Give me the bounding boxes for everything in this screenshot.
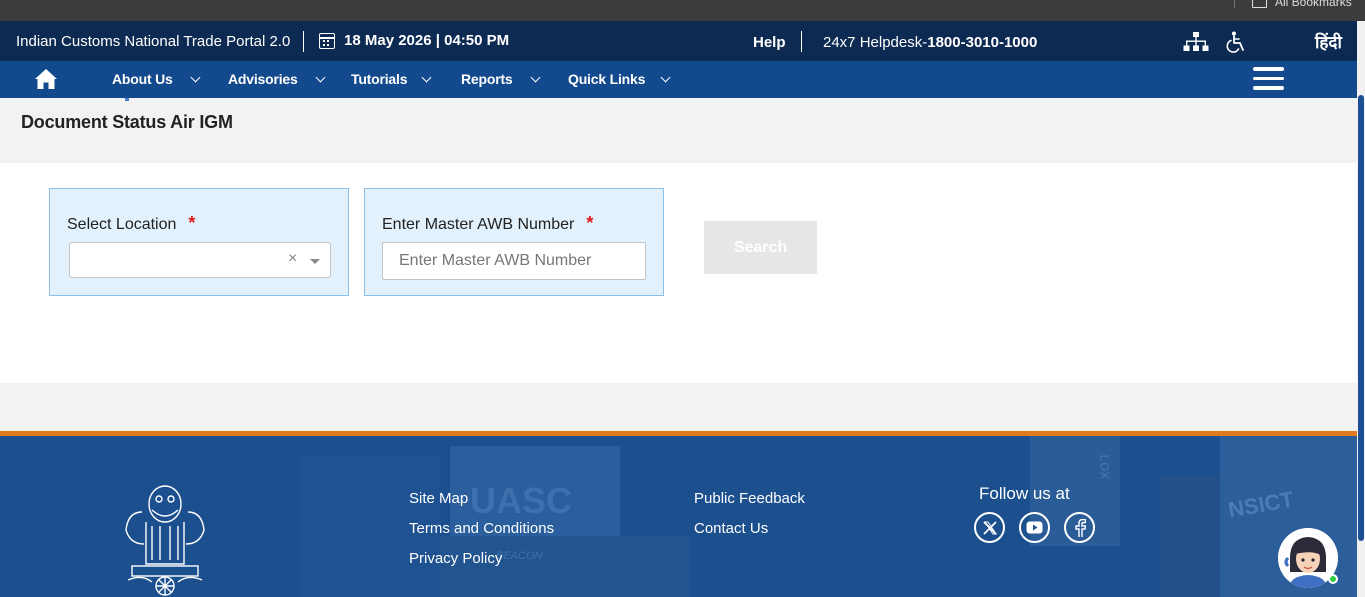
location-field-group: Select Location * × xyxy=(49,188,349,296)
divider xyxy=(303,31,304,52)
helpdesk-info: 24x7 Helpdesk-1800-3010-1000 xyxy=(823,34,1037,51)
all-bookmarks-button[interactable]: All Bookmarks xyxy=(1252,0,1352,9)
chevron-down-icon xyxy=(660,72,671,82)
accessibility-icon[interactable] xyxy=(1226,31,1246,53)
bg-container xyxy=(1160,476,1220,597)
national-emblem-logo xyxy=(125,485,205,596)
awb-field-group: Enter Master AWB Number * xyxy=(364,188,664,296)
nav-about-us[interactable]: About Us xyxy=(112,71,201,87)
helpdesk-prefix: 24x7 Helpdesk- xyxy=(823,34,928,51)
helpdesk-number: 1800-3010-1000 xyxy=(927,34,1038,51)
footer-link-site-map[interactable]: Site Map xyxy=(409,490,468,507)
bg-text: UASC xyxy=(470,480,573,521)
nav-label: Quick Links xyxy=(568,71,646,87)
caret-down-icon[interactable] xyxy=(310,259,320,264)
footer-link-privacy[interactable]: Privacy Policy xyxy=(409,550,502,567)
chevron-down-icon xyxy=(421,72,432,82)
chevron-down-icon xyxy=(530,72,540,82)
search-form-card: Select Location * × Enter Master AWB Numb… xyxy=(0,163,1357,383)
browser-bookmarks-bar: All Bookmarks xyxy=(0,0,1365,21)
top-info-bar: Indian Customs National Trade Portal 2.0… xyxy=(0,21,1357,61)
clear-icon[interactable]: × xyxy=(288,250,297,268)
awb-label-text: Enter Master AWB Number xyxy=(382,216,575,233)
online-status-dot xyxy=(1328,574,1338,584)
chevron-down-icon xyxy=(315,72,326,82)
divider xyxy=(801,31,802,52)
current-datetime: 18 May 2026 | 04:50 PM xyxy=(344,32,510,49)
footer-link-terms[interactable]: Terms and Conditions xyxy=(409,520,554,537)
awb-label: Enter Master AWB Number * xyxy=(382,213,593,234)
home-icon[interactable] xyxy=(34,68,58,90)
location-label: Select Location * xyxy=(67,213,195,234)
main-navbar: About Us Advisories Tutorials Reports Qu… xyxy=(0,61,1357,98)
location-label-text: Select Location xyxy=(67,216,177,233)
nav-tutorials[interactable]: Tutorials xyxy=(351,71,432,87)
footer-link-public-feedback[interactable]: Public Feedback xyxy=(694,490,805,507)
all-bookmarks-label: All Bookmarks xyxy=(1275,0,1352,9)
hamburger-menu-icon[interactable] xyxy=(1253,67,1284,91)
page-scrollbar[interactable] xyxy=(1357,21,1365,597)
portal-name: Indian Customs National Trade Portal 2.0 xyxy=(16,33,291,50)
footer: UASC NSICT BEACON LOX Site Map Terms and… xyxy=(0,436,1357,597)
chevron-down-icon xyxy=(190,72,201,82)
facebook-icon[interactable] xyxy=(1064,512,1095,543)
required-marker: * xyxy=(188,213,196,233)
bg-text: BEACON xyxy=(496,550,543,562)
x-icon[interactable] xyxy=(974,512,1005,543)
follow-us-label: Follow us at xyxy=(979,484,1070,503)
footer-link-contact-us[interactable]: Contact Us xyxy=(694,520,768,537)
bookmarks-separator xyxy=(1234,0,1235,8)
sitemap-icon[interactable] xyxy=(1183,32,1209,52)
language-toggle[interactable]: हिंदी xyxy=(1315,30,1342,53)
search-button[interactable]: Search xyxy=(704,221,817,274)
scrollbar-thumb[interactable] xyxy=(1358,95,1364,541)
folder-icon xyxy=(1252,0,1267,8)
youtube-icon[interactable] xyxy=(1019,512,1050,543)
nav-advisories[interactable]: Advisories xyxy=(228,71,326,87)
breadcrumb-fragment xyxy=(125,98,129,101)
bg-text: LOX xyxy=(1097,454,1112,480)
required-marker: * xyxy=(586,213,594,233)
nav-label: Reports xyxy=(461,71,513,87)
nav-quick-links[interactable]: Quick Links xyxy=(568,71,671,87)
calendar-icon xyxy=(319,33,335,49)
location-select[interactable]: × xyxy=(69,242,331,278)
page-header: Document Status Air IGM xyxy=(0,98,1357,163)
nav-label: About Us xyxy=(112,71,173,87)
help-link[interactable]: Help xyxy=(753,34,786,51)
page-title: Document Status Air IGM xyxy=(21,112,233,132)
nav-reports[interactable]: Reports xyxy=(461,71,540,87)
nav-label: Tutorials xyxy=(351,71,408,87)
master-awb-input[interactable] xyxy=(382,242,646,280)
nav-label: Advisories xyxy=(228,71,298,87)
